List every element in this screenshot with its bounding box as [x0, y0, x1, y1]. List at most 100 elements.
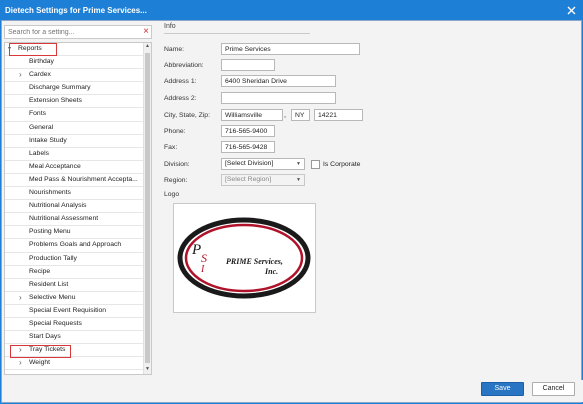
logo-label: Logo — [164, 191, 180, 198]
cancel-button[interactable]: Cancel — [532, 382, 575, 396]
tree-item-label: Discharge Summary — [29, 84, 91, 92]
division-label: Division: — [164, 160, 190, 168]
tree-item[interactable]: Fonts — [5, 108, 151, 122]
division-select[interactable]: [Select Division] ▼ — [221, 158, 305, 170]
tree-item-label: Special Event Requisition — [29, 306, 107, 314]
tree-item-label: Problems Goals and Approach — [29, 241, 122, 249]
chevron-down-icon: ▼ — [296, 177, 301, 183]
address1-label: Address 1: — [164, 77, 197, 85]
save-button[interactable]: Save — [481, 382, 524, 396]
tree-item-label: Med Pass & Nourishment Accepta... — [29, 175, 138, 183]
tree-item[interactable]: Problems Goals and Approach — [5, 239, 151, 253]
tree-item-label: Nutritional Analysis — [29, 202, 87, 210]
is-corporate-label: Is Corporate — [323, 160, 361, 168]
settings-navigation: × ▾ Reports Birthday › Cardex Discharge Sum… — [4, 25, 152, 397]
city-state-zip-label: City, State, Zip: — [164, 111, 210, 119]
settings-window: × ▾ Reports Birthday › Cardex Discharge Sum… — [1, 20, 583, 403]
tree-item[interactable]: Production Tally — [5, 253, 151, 266]
scroll-up-icon[interactable]: ▲ — [144, 43, 151, 51]
tree-item[interactable]: › Tray Tickets — [5, 344, 151, 358]
fax-field[interactable] — [221, 141, 275, 153]
region-select-value: [Select Region] — [225, 176, 272, 183]
tree-item-label: Nourishments — [29, 189, 71, 197]
name-label: Name: — [164, 45, 185, 53]
logo-line2: Inc. — [264, 267, 278, 276]
tree-item-label: Cardex — [29, 71, 51, 79]
tree-item[interactable]: Special Requests — [5, 318, 151, 332]
chevron-right-icon[interactable]: › — [19, 357, 22, 369]
tree-item[interactable]: › Weight — [5, 357, 151, 371]
search-box[interactable]: × — [4, 25, 152, 39]
name-field[interactable] — [221, 43, 360, 55]
city-field[interactable] — [221, 109, 283, 121]
is-corporate-checkbox[interactable] — [311, 159, 320, 169]
tree-item-label: Nutritional Assessment — [29, 215, 99, 223]
chevron-right-icon[interactable]: › — [19, 344, 22, 356]
tree-item-label: Extension Sheets — [29, 97, 82, 105]
tree-item-label: Intake Study — [29, 136, 67, 144]
title-bar: Dietech Settings for Prime Services... — [0, 0, 583, 20]
division-row: Division: [Select Division] ▼ Is Corpora… — [164, 158, 360, 170]
address2-row: Address 2: — [164, 92, 336, 104]
section-title: Info — [164, 23, 176, 30]
tree-item-label: Special Requests — [29, 319, 82, 327]
tree-item[interactable]: Posting Menu — [5, 226, 151, 240]
region-select[interactable]: [Select Region] ▼ — [221, 174, 305, 186]
phone-label: Phone: — [164, 127, 186, 135]
tree-item-label: Birthday — [29, 58, 54, 66]
tree-item[interactable]: Start Days — [5, 331, 151, 345]
chevron-down-icon: ▼ — [296, 161, 301, 167]
tree-item-label: Resident List — [29, 280, 69, 288]
tree-item[interactable]: Meal Acceptance — [5, 161, 151, 174]
tree-node-label: Reports — [18, 45, 42, 52]
tree-item[interactable]: › Selective Menu — [5, 292, 151, 305]
chevron-right-icon[interactable]: › — [19, 292, 22, 304]
tree-item[interactable]: Special Event Requisition — [5, 305, 151, 318]
phone-field[interactable] — [221, 125, 275, 137]
tree-item-label: Weight — [29, 359, 51, 367]
phone-row: Phone: — [164, 125, 275, 137]
address2-label: Address 2: — [164, 94, 197, 102]
tree-node-reports[interactable]: ▾ Reports — [5, 43, 151, 57]
region-label: Region: — [164, 176, 188, 184]
scroll-down-icon[interactable]: ▼ — [144, 366, 151, 374]
section-divider — [164, 33, 310, 34]
tree-item[interactable]: General — [5, 122, 151, 135]
city-state-zip-row: City, State, Zip: , — [164, 109, 363, 121]
address1-row: Address 1: — [164, 75, 336, 87]
tree-item[interactable]: Resident List — [5, 279, 151, 292]
logo-image[interactable]: P S I PRIME Services, Inc. — [173, 203, 316, 313]
tree-item[interactable]: Labels — [5, 148, 151, 161]
logo-letter-s: S — [201, 251, 207, 265]
tree-item[interactable]: Recipe — [5, 266, 151, 279]
settings-tree: ▾ Reports Birthday › Cardex Discharge Summa… — [4, 42, 152, 375]
zip-field[interactable] — [314, 109, 363, 121]
abbreviation-field[interactable] — [221, 59, 275, 71]
clear-search-icon[interactable]: × — [143, 26, 149, 38]
chevron-right-icon[interactable]: › — [19, 69, 22, 81]
tree-item[interactable]: Birthday — [5, 56, 151, 70]
tree-item[interactable]: Med Pass & Nourishment Accepta... — [5, 174, 151, 188]
close-icon[interactable] — [563, 2, 579, 18]
tree-item[interactable]: Nutritional Assessment — [5, 213, 151, 227]
address1-field[interactable] — [221, 75, 336, 87]
tree-item[interactable]: Nourishments — [5, 187, 151, 201]
fax-row: Fax: — [164, 141, 275, 153]
tree-scrollbar[interactable]: ▲ ▼ — [143, 43, 151, 374]
tree-item[interactable]: Discharge Summary — [5, 82, 151, 96]
tree-item-label: Meal Acceptance — [29, 162, 81, 170]
logo-letter-p: P — [191, 242, 201, 258]
tree-item[interactable]: Intake Study — [5, 135, 151, 148]
fax-label: Fax: — [164, 143, 178, 151]
state-field[interactable] — [291, 109, 310, 121]
search-input[interactable] — [5, 26, 133, 38]
psi-logo-graphic: P S I PRIME Services, Inc. — [177, 217, 311, 299]
tree-item[interactable]: Extension Sheets — [5, 95, 151, 109]
scrollbar-thumb[interactable] — [145, 53, 150, 363]
tree-item[interactable]: Nutritional Analysis — [5, 200, 151, 214]
chevron-down-icon[interactable]: ▾ — [8, 43, 11, 55]
address2-field[interactable] — [221, 92, 336, 104]
tree-item[interactable]: › Cardex — [5, 69, 151, 83]
tree-item-label: Start Days — [29, 333, 61, 341]
logo-line1: PRIME Services, — [226, 257, 283, 266]
